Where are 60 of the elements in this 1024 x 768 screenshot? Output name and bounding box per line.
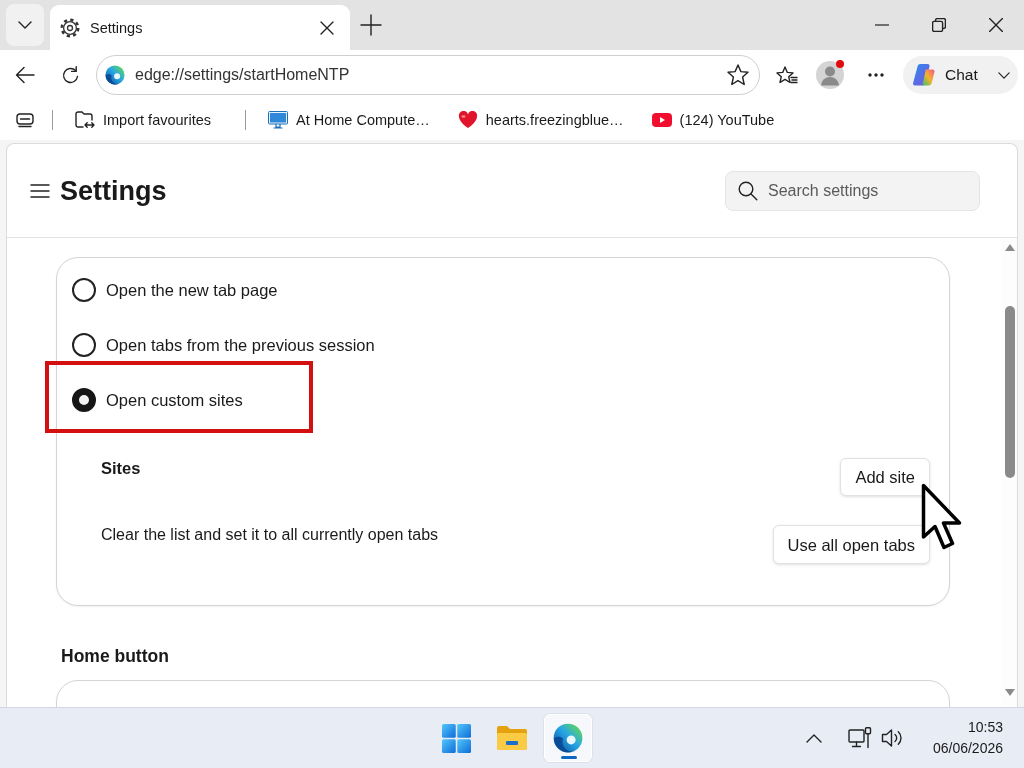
plus-icon [360, 14, 382, 36]
favourite-link[interactable]: (124) YouTube [643, 105, 783, 135]
four-panes-icon [441, 723, 471, 753]
scroll-up-icon[interactable] [1004, 244, 1015, 251]
heart-icon [457, 111, 478, 129]
scrollbar-thumb[interactable] [1004, 306, 1015, 478]
browser-tab[interactable]: Settings [50, 5, 350, 50]
clock-date: 06/06/2026 [932, 739, 1003, 758]
sites-heading: Sites [101, 458, 141, 478]
option-label[interactable]: Open tabs from the previous session [106, 333, 375, 356]
import-favourites-button[interactable]: Import favourites [67, 105, 219, 135]
search-icon [738, 180, 758, 201]
menu-icon [30, 183, 50, 198]
chevron-down-icon [998, 71, 1010, 79]
use-open-tabs-button[interactable]: Use all open tabs [772, 525, 930, 564]
folder-icon [496, 724, 528, 752]
restore-icon [931, 18, 946, 32]
avatar-icon [816, 61, 844, 89]
folder-arrows-icon [75, 111, 95, 129]
url-text-field[interactable]: edge://settings/startHomeNTP [135, 66, 725, 84]
scroll-down-icon[interactable] [1004, 689, 1015, 696]
favourite-link[interactable]: At Home Compute… [260, 105, 438, 135]
star-icon [727, 64, 749, 86]
network-icon [847, 727, 872, 749]
new-tab-button[interactable] [358, 12, 384, 38]
section-heading: Home button [61, 645, 169, 667]
browser-logo-icon [553, 723, 583, 753]
active-indicator [561, 756, 577, 759]
radio-button[interactable] [72, 332, 96, 357]
chevron-up-icon [805, 733, 822, 743]
minimize-icon [874, 24, 889, 26]
setting-description: Clear the list and set it to all currently open tabs [101, 525, 439, 545]
gear-icon [60, 17, 80, 38]
favourite-link[interactable]: hearts.freezingblue… [449, 105, 632, 135]
add-site-button[interactable]: Add site [840, 458, 930, 496]
browser-logo-icon [105, 65, 125, 85]
close-icon [988, 18, 1003, 32]
clock-time: 10:53 [967, 718, 1003, 737]
radio-button[interactable] [72, 277, 96, 302]
chat-button[interactable]: Chat [903, 56, 1018, 94]
gradient-logo-icon [912, 63, 936, 87]
chevron-down-icon [18, 21, 32, 29]
tabs-icon [16, 112, 34, 128]
play-button-icon [651, 113, 672, 127]
tab-actions-button[interactable] [6, 4, 44, 46]
option-label[interactable]: Open the new tab page [106, 278, 278, 301]
close-icon [320, 20, 334, 35]
search-input[interactable]: Search settings [768, 181, 967, 200]
star-list-icon [776, 66, 798, 84]
radio-button[interactable] [72, 387, 96, 412]
speaker-icon [880, 728, 903, 748]
search-box[interactable]: Search settings [725, 170, 980, 211]
option-label[interactable]: Open custom sites [106, 388, 243, 411]
page-title: Settings [60, 174, 167, 208]
ellipsis-icon [868, 73, 884, 77]
add-favourite-button[interactable] [725, 62, 751, 88]
monitor-icon [268, 111, 288, 129]
browser-button[interactable] [544, 714, 592, 762]
back-arrow-icon [15, 66, 35, 84]
refresh-icon [61, 66, 79, 84]
